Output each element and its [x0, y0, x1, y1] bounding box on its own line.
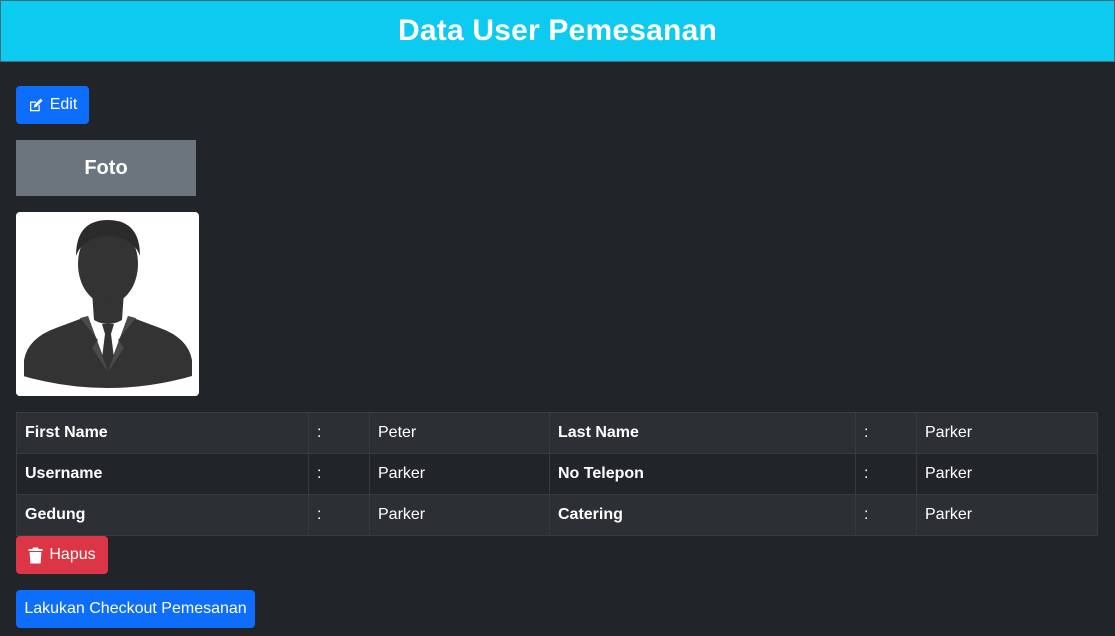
gedung-value: Parker [369, 494, 550, 536]
first-name-label: First Name [16, 412, 309, 454]
catering-label: Catering [549, 494, 856, 536]
last-name-value: Parker [916, 412, 1098, 454]
checkout-button[interactable]: Lakukan Checkout Pemesanan [16, 590, 255, 628]
phone-value: Parker [916, 453, 1098, 495]
user-silhouette-icon [16, 220, 199, 396]
edit-button[interactable]: Edit [16, 86, 89, 124]
edit-label: Edit [49, 96, 78, 113]
table-row: Gedung : Parker Catering : Parker [16, 494, 1098, 536]
edit-icon [28, 97, 44, 113]
separator: : [308, 494, 370, 536]
delete-label: Hapus [49, 546, 96, 563]
username-value: Parker [369, 453, 550, 495]
photo-heading: Foto [16, 140, 196, 196]
username-label: Username [16, 453, 309, 495]
table-row: First Name : Peter Last Name : Parker [16, 412, 1098, 454]
delete-button[interactable]: Hapus [16, 536, 108, 574]
profile-table: First Name : Peter Last Name : Parker Us… [16, 412, 1098, 536]
avatar [16, 212, 199, 396]
separator: : [855, 412, 917, 454]
phone-label: No Telepon [549, 453, 856, 495]
page-header: Data User Pemesanan [0, 0, 1115, 62]
table-row: Username : Parker No Telepon : Parker [16, 453, 1098, 495]
page-title: Data User Pemesanan [398, 14, 717, 47]
catering-value: Parker [916, 494, 1098, 536]
trash-icon [28, 547, 43, 564]
first-name-value: Peter [369, 412, 550, 454]
separator: : [308, 412, 370, 454]
last-name-label: Last Name [549, 412, 856, 454]
gedung-label: Gedung [16, 494, 309, 536]
separator: : [855, 494, 917, 536]
separator: : [855, 453, 917, 495]
separator: : [308, 453, 370, 495]
